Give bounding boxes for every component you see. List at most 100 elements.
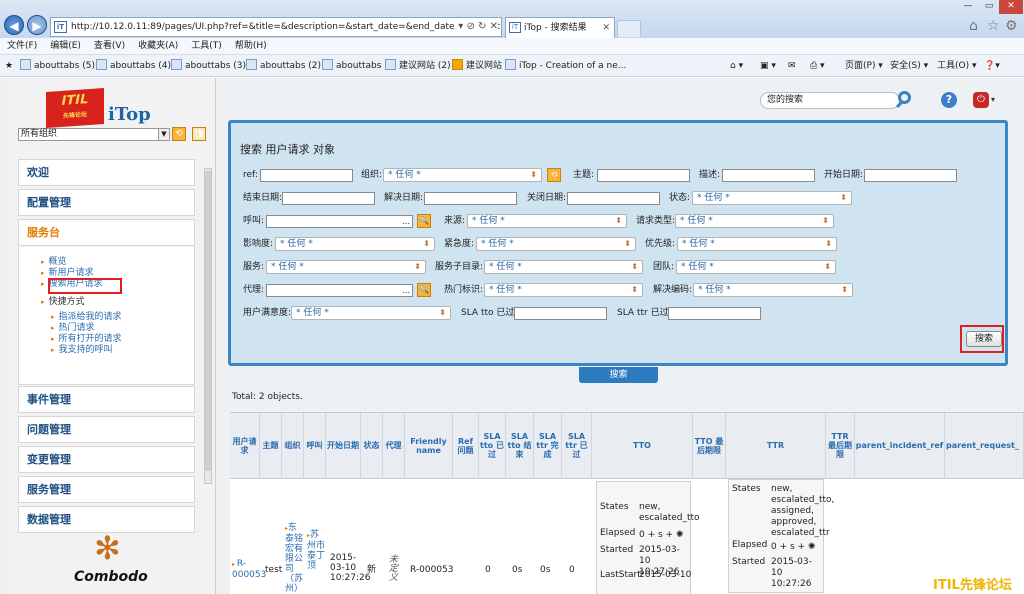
feeds-icon[interactable]: ▣ ▾ <box>760 59 776 73</box>
column-header[interactable]: SLA tto 结束 <box>506 413 534 479</box>
column-header[interactable]: 呼叫 <box>304 413 326 479</box>
org-select[interactable]: 所有组织 ▼ <box>18 128 170 141</box>
favorites-add-icon[interactable]: ★ <box>5 59 13 73</box>
search-icon[interactable] <box>895 90 915 110</box>
sla-ttr-input[interactable] <box>668 307 761 320</box>
sla-tto-input[interactable] <box>514 307 607 320</box>
tab-close-icon[interactable]: ✕ <box>602 18 610 38</box>
home-icon[interactable]: ⌂ <box>969 18 978 34</box>
ref-input[interactable] <box>260 169 353 182</box>
column-header[interactable]: 主题 <box>260 413 282 479</box>
fav-link[interactable]: iTop - Creation of a ne... <box>505 59 626 73</box>
end-date-input[interactable] <box>282 192 375 205</box>
menu-item-overview[interactable]: ▸ 概览 <box>41 257 67 268</box>
priority-dropdown[interactable]: * 任何 * ⬍ <box>677 237 837 251</box>
maximize-icon[interactable]: ▭ <box>979 0 999 14</box>
urgency-dropdown[interactable]: * 任何 * ⬍ <box>476 237 636 251</box>
window-close-icon[interactable]: ✕ <box>999 0 1023 14</box>
origin-dropdown[interactable]: * 任何 * ⬍ <box>467 214 627 228</box>
column-header[interactable]: SLA ttr 已过 <box>562 413 592 479</box>
column-header[interactable]: 组织 <box>282 413 304 479</box>
menu-incident-management[interactable]: 事件管理 <box>18 386 195 413</box>
request-type-dropdown[interactable]: * 任何 * ⬍ <box>675 214 834 228</box>
home-toolbar-icon[interactable]: ⌂ ▾ <box>730 59 743 73</box>
print-icon[interactable]: ⎙ ▾ <box>810 59 825 73</box>
mail-icon[interactable]: ✉ <box>788 59 796 73</box>
team-dropdown[interactable]: * 任何 * ⬍ <box>676 260 836 274</box>
logoff-icon[interactable]: ⏻ <box>973 92 989 108</box>
fav-link[interactable]: 建议网站 <box>452 59 502 73</box>
tools-menu[interactable]: 工具(O) ▾ <box>937 59 977 73</box>
impact-dropdown[interactable]: * 任何 * ⬍ <box>275 237 435 251</box>
satisfaction-dropdown[interactable]: * 任何 * ⬍ <box>291 306 451 320</box>
agent-search-icon[interactable]: 🔍 <box>417 283 431 297</box>
column-header[interactable]: SLA tto 已过 <box>479 413 506 479</box>
page-menu[interactable]: 页面(P) ▾ <box>845 59 883 73</box>
agent-input[interactable]: ... <box>266 284 413 297</box>
column-header[interactable]: parent_incident_ref <box>855 413 945 479</box>
sidebar-scrollbar[interactable] <box>204 168 212 484</box>
column-header[interactable]: 用户请求 <box>230 413 260 479</box>
pin-icon[interactable]: ◨ <box>192 127 206 141</box>
help-toolbar-icon[interactable]: ❓▾ <box>984 59 1000 73</box>
help-icon[interactable]: ? <box>941 92 957 108</box>
menu-helpdesk[interactable]: 服务台 <box>18 219 195 246</box>
status-dropdown[interactable]: * 任何 * ⬍ <box>692 191 852 205</box>
back-button-icon[interactable]: ◀ <box>4 15 24 35</box>
forward-button-icon[interactable]: ▶ <box>27 15 47 35</box>
minimize-icon[interactable]: — <box>957 0 979 14</box>
column-header[interactable]: 开始日期 <box>326 413 361 479</box>
menu-service-management[interactable]: 服务管理 <box>18 476 195 503</box>
new-tab-button[interactable] <box>617 20 641 37</box>
resolution-date-input[interactable] <box>424 192 517 205</box>
cell-org[interactable]: ▸东泰铭宏有限公司（苏州） <box>285 523 304 594</box>
search-toggle-tab[interactable]: 搜索 <box>579 367 658 383</box>
address-bar[interactable]: iT http://10.12.0.11:89/pages/UI.php?ref… <box>50 17 502 37</box>
menu-help[interactable]: 帮助(H) <box>228 38 273 55</box>
fav-link[interactable]: abouttabs <box>322 59 381 73</box>
column-header[interactable]: TTO <box>592 413 693 479</box>
fav-link[interactable]: 建议网站 (2) <box>385 59 451 73</box>
service-dropdown[interactable]: * 任何 * ⬍ <box>266 260 426 274</box>
caller-input[interactable]: ... <box>266 215 413 228</box>
menu-view[interactable]: 查看(V) <box>87 38 131 55</box>
fav-link[interactable]: abouttabs (4) <box>96 59 171 73</box>
global-search-input[interactable]: 您的搜索 <box>760 92 900 109</box>
shortcut-my-supported[interactable]: ▸ 我支持的呼叫 <box>51 345 113 356</box>
address-controls-icon[interactable]: ▾ ⊘ ↻ ✕ <box>454 18 498 36</box>
hot-flag-dropdown[interactable]: * 任何 * ⬍ <box>484 283 643 297</box>
column-header[interactable]: TTO 最后期限 <box>693 413 726 479</box>
column-header[interactable]: SLA ttr 完成 <box>534 413 562 479</box>
cell-ref[interactable]: ▸ R-000053 <box>232 559 266 580</box>
column-header[interactable]: 代理 <box>383 413 405 479</box>
column-header[interactable]: TTR 最后期限 <box>826 413 855 479</box>
description-input[interactable] <box>722 169 815 182</box>
org-search-icon[interactable]: ⟲ <box>547 168 561 182</box>
menu-problem-management[interactable]: 问题管理 <box>18 416 195 443</box>
caller-search-icon[interactable]: 🔍 <box>417 214 431 228</box>
close-date-input[interactable] <box>567 192 660 205</box>
shortcut-all-open[interactable]: ▸ 所有打开的请求 <box>51 334 122 345</box>
settings-gear-icon[interactable]: ⚙ <box>1005 18 1018 34</box>
safety-menu[interactable]: 安全(S) ▾ <box>890 59 928 73</box>
fav-link[interactable]: abouttabs (5) <box>20 59 95 73</box>
fav-link[interactable]: abouttabs (2) <box>246 59 321 73</box>
start-date-input[interactable] <box>864 169 957 182</box>
org-dropdown[interactable]: * 任何 * ⬍ <box>383 168 542 182</box>
column-header[interactable]: Ref 问题 <box>453 413 479 479</box>
menu-welcome[interactable]: 欢迎 <box>18 159 195 186</box>
column-header[interactable]: Friendly name <box>405 413 453 479</box>
cell-caller[interactable]: ▸苏州市泰丁顶 <box>307 530 326 571</box>
favorites-star-icon[interactable]: ☆ <box>987 18 1000 34</box>
fav-link[interactable]: abouttabs (3) <box>171 59 246 73</box>
column-header[interactable]: parent_request_ <box>945 413 1024 479</box>
resolution-code-dropdown[interactable]: * 任何 * ⬍ <box>693 283 853 297</box>
browser-tab-active[interactable]: iT iTop - 搜索结果 ✕ <box>505 17 615 38</box>
subcategory-dropdown[interactable]: * 任何 * ⬍ <box>484 260 643 274</box>
column-header[interactable]: TTR <box>726 413 826 479</box>
shortcut-assigned-to-me[interactable]: ▸ 指派给我的请求 <box>51 312 122 323</box>
menu-edit[interactable]: 编辑(E) <box>43 38 87 55</box>
shortcut-hot-requests[interactable]: ▸ 热门请求 <box>51 323 95 334</box>
org-refresh-icon[interactable]: ⟲ <box>172 127 186 141</box>
column-header[interactable]: 状态 <box>361 413 383 479</box>
